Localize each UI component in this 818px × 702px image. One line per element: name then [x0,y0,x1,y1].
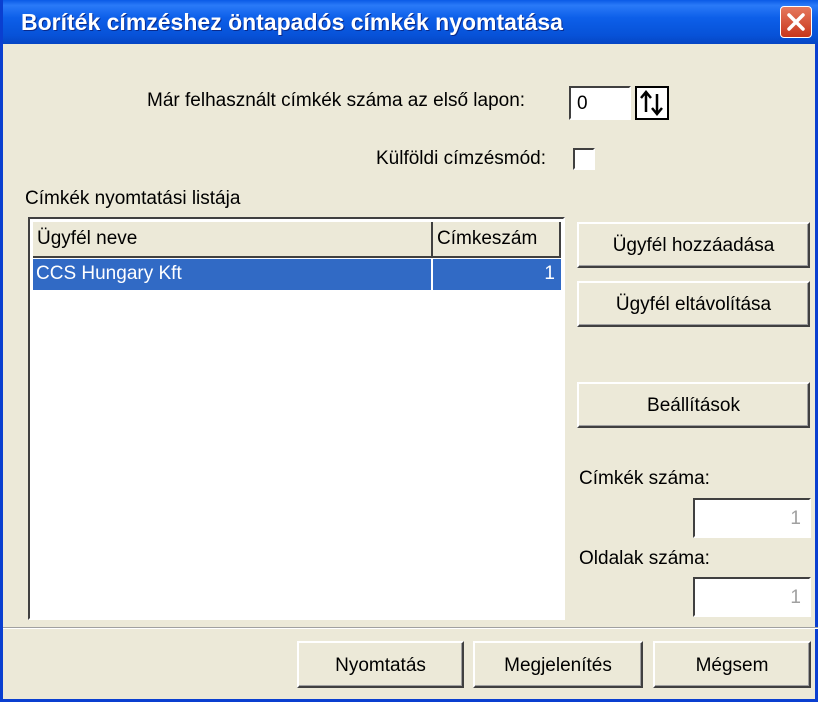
column-header-count[interactable]: Címkeszám [433,222,561,258]
window-title: Boríték címzéshez öntapadós címkék nyomt… [21,9,563,35]
title-bar[interactable]: Boríték címzéshez öntapadós címkék nyomt… [3,0,818,44]
label-count-value: 1 [790,508,801,529]
customer-list[interactable]: Ügyfél neve Címkeszám CCS Hungary Kft 1 [28,217,565,620]
used-labels-spin[interactable] [635,86,669,120]
used-labels-input[interactable]: 0 [569,86,631,120]
used-labels-value: 0 [577,93,588,114]
used-labels-label: Már felhasznált címkék száma az első lap… [147,90,526,111]
close-x-icon [787,13,805,31]
print-button[interactable]: Nyomtatás [297,641,464,688]
label-count-field: 1 [693,498,811,538]
column-header-count-label: Címkeszám [437,228,538,249]
column-header-name-label: Ügyfél neve [37,228,138,249]
table-row[interactable]: CCS Hungary Kft 1 [33,259,561,290]
remove-customer-label: Ügyfél eltávolítása [615,294,772,315]
list-label: Címkék nyomtatási listája [25,188,241,209]
foreign-mode-label: Külföldi címzésmód: [376,148,547,169]
cancel-label: Mégsem [695,655,769,676]
add-customer-button[interactable]: Ügyfél hozzáadása [577,222,810,268]
cancel-button[interactable]: Mégsem [653,641,811,688]
preview-label: Megjelenítés [504,655,612,676]
page-count-field: 1 [693,577,811,617]
remove-customer-button[interactable]: Ügyfél eltávolítása [577,281,810,327]
page-count-value: 1 [790,587,801,608]
footer-separator [3,627,818,629]
settings-button[interactable]: Beállítások [577,382,810,428]
close-button[interactable] [780,6,812,38]
label-count-label: Címkék száma: [579,468,710,489]
preview-button[interactable]: Megjelenítés [473,641,643,688]
add-customer-label: Ügyfél hozzáadása [612,235,775,256]
settings-label: Beállítások [647,395,740,416]
print-label: Nyomtatás [335,655,426,676]
page-count-label: Oldalak száma: [579,548,710,569]
column-header-name[interactable]: Ügyfél neve [33,222,433,258]
foreign-mode-checkbox[interactable] [573,148,595,170]
column-divider [431,259,433,290]
up-down-arrows-icon [640,90,663,116]
row-count: 1 [544,263,555,284]
dialog-window: Boríték címzéshez öntapadós címkék nyomt… [0,0,818,702]
row-name: CCS Hungary Kft [36,263,182,284]
